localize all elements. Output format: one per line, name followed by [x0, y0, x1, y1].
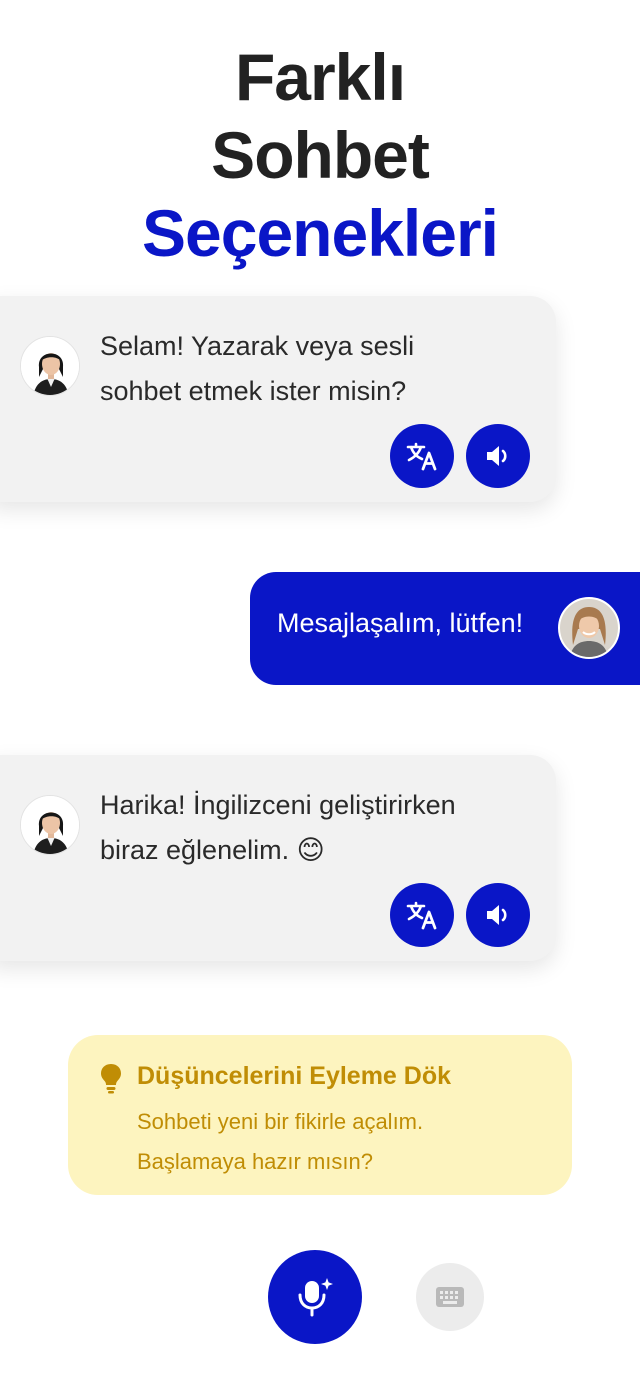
bot-message-text: Selam! Yazarak veya sesli sohbet etmek i… — [100, 324, 500, 414]
bot-avatar — [20, 795, 80, 855]
bubble-actions — [390, 883, 530, 947]
keyboard-button[interactable] — [416, 1263, 484, 1331]
speaker-button[interactable] — [466, 424, 530, 488]
bot-message-bubble: Selam! Yazarak veya sesli sohbet etmek i… — [0, 296, 556, 502]
user-message-text: Mesajlaşalım, lütfen! — [277, 608, 524, 638]
title-line-1: Farklı — [234, 40, 406, 114]
voice-input-button[interactable] — [268, 1250, 362, 1344]
bubble-actions — [390, 424, 530, 488]
bot-message-text: Harika! İngilizceni geliştirirken biraz … — [100, 783, 500, 873]
title-line-2: Sohbet — [211, 118, 430, 192]
bot-message-line: sohbet etmek ister misin? — [100, 376, 407, 406]
tip-card[interactable]: Düşüncelerini Eyleme Dök Sohbeti yeni bi… — [68, 1035, 572, 1195]
translate-button[interactable] — [390, 424, 454, 488]
user-message-bubble: Mesajlaşalım, lütfen! — [250, 572, 640, 685]
bot-message-line: biraz eğlenelim. 😊 — [100, 835, 325, 865]
bot-message-line: Harika! İngilizceni geliştirirken — [100, 790, 456, 820]
bot-avatar — [20, 336, 80, 396]
title-line-3: Seçenekleri — [142, 196, 499, 270]
keyboard-icon — [436, 1287, 464, 1307]
bot-message-bubble: Harika! İngilizceni geliştirirken biraz … — [0, 755, 556, 961]
mic-sparkle-icon — [298, 1278, 333, 1317]
page-title: Farklı Sohbet Seçenekleri — [0, 38, 640, 272]
tip-body-line: Başlamaya hazır mısın? — [137, 1149, 373, 1174]
speaker-icon — [487, 905, 507, 925]
translate-icon — [406, 442, 437, 471]
user-avatar — [558, 597, 620, 659]
speaker-button[interactable] — [466, 883, 530, 947]
translate-icon — [406, 901, 437, 930]
lightbulb-icon — [101, 1064, 121, 1094]
tip-body: Sohbeti yeni bir fikirle açalım. Başlama… — [137, 1102, 557, 1182]
speaker-icon — [487, 446, 507, 466]
translate-button[interactable] — [390, 883, 454, 947]
tip-title: Düşüncelerini Eyleme Dök — [137, 1062, 452, 1090]
tip-body-line: Sohbeti yeni bir fikirle açalım. — [137, 1109, 424, 1134]
chat-options-screen: Farklı Sohbet Seçenekleri Selam! Yazarak… — [0, 0, 640, 1388]
bot-message-line: Selam! Yazarak veya sesli — [100, 331, 415, 361]
